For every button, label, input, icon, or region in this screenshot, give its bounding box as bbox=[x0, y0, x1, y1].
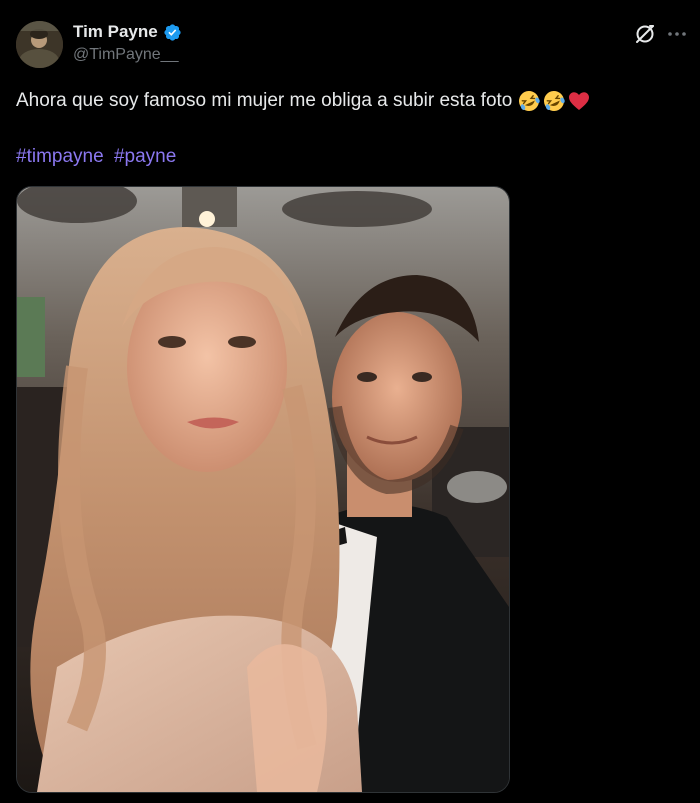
hashtag-payne[interactable]: #payne bbox=[114, 146, 176, 167]
hashtag-timpayne[interactable]: #timpayne bbox=[16, 146, 104, 167]
tweet-text-content: Ahora que soy famoso mi mujer me obliga … bbox=[16, 90, 513, 111]
post-photo[interactable] bbox=[16, 186, 510, 793]
grok-icon[interactable] bbox=[634, 23, 656, 45]
more-options-icon[interactable] bbox=[666, 24, 688, 44]
author-name-row: Tim Payne bbox=[73, 22, 182, 42]
rolling-on-floor-laughing-emoji bbox=[519, 91, 541, 111]
tweet: Tim Payne @TimPayne__ Ahora que soy famo… bbox=[0, 0, 700, 803]
avatar[interactable] bbox=[16, 21, 63, 68]
author-handle[interactable]: @TimPayne__ bbox=[73, 46, 178, 64]
red-heart-emoji bbox=[569, 92, 590, 110]
verified-badge-icon bbox=[163, 23, 182, 42]
author-display-name[interactable]: Tim Payne bbox=[73, 22, 158, 42]
rolling-on-floor-laughing-emoji bbox=[544, 91, 566, 111]
tweet-text: Ahora que soy famoso mi mujer me obliga … bbox=[16, 89, 591, 113]
hashtag-line: #timpayne #payne bbox=[16, 146, 176, 168]
emoji-group bbox=[517, 89, 591, 113]
